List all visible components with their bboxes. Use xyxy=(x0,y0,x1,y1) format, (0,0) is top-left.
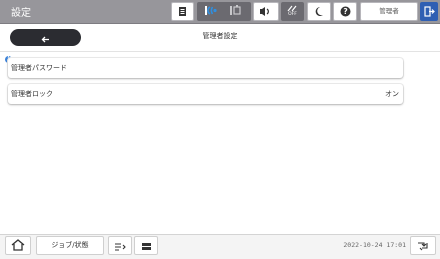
back-button[interactable] xyxy=(10,29,81,46)
page-title: 管理者設定 xyxy=(202,32,238,40)
sleep-moon-icon xyxy=(314,2,324,21)
printer-status-icon xyxy=(178,2,188,21)
volume-button[interactable] xyxy=(253,2,279,21)
svg-text:?: ? xyxy=(343,7,347,16)
help-button[interactable]: ? xyxy=(333,2,357,21)
list-item-label: 管理者ロック xyxy=(11,90,53,98)
printer-info-button[interactable] xyxy=(134,236,158,255)
wifi-direct-label: OFF xyxy=(288,12,297,17)
sleep-button[interactable] xyxy=(307,2,331,21)
network-status-group[interactable] xyxy=(197,2,251,21)
printer-info-icon xyxy=(141,236,152,255)
list-item-admin-lock[interactable]: 管理者ロック オン xyxy=(8,84,403,104)
printer-status-button[interactable] xyxy=(171,2,194,21)
fax-button[interactable] xyxy=(410,236,436,255)
screen-title: 設定 xyxy=(11,8,31,19)
wifi-direct-button[interactable]: OFF xyxy=(281,2,304,21)
list-item-value: オン xyxy=(385,90,399,98)
list-item-admin-password[interactable]: 管理者パスワード xyxy=(8,58,403,78)
list-item-label: 管理者パスワード xyxy=(11,64,67,72)
fax-icon xyxy=(417,236,429,255)
wired-network-icon xyxy=(229,2,243,21)
datetime-display: 2022-10-24 17:01 xyxy=(343,241,406,249)
job-status-button[interactable]: ジョブ/状態 xyxy=(36,236,104,255)
logout-button[interactable] xyxy=(420,2,438,21)
home-icon xyxy=(11,236,25,255)
logout-icon xyxy=(423,2,435,21)
job-list-button[interactable] xyxy=(108,236,132,255)
job-list-icon xyxy=(114,236,126,255)
user-button[interactable]: 管理者 xyxy=(360,2,418,21)
help-icon: ? xyxy=(340,2,351,21)
arrow-left-icon xyxy=(41,28,50,47)
header-divider xyxy=(0,51,440,52)
volume-icon xyxy=(259,2,273,21)
home-button[interactable] xyxy=(5,236,31,255)
wifi-icon xyxy=(205,2,221,21)
wifi-direct-off-icon: OFF xyxy=(287,5,298,18)
